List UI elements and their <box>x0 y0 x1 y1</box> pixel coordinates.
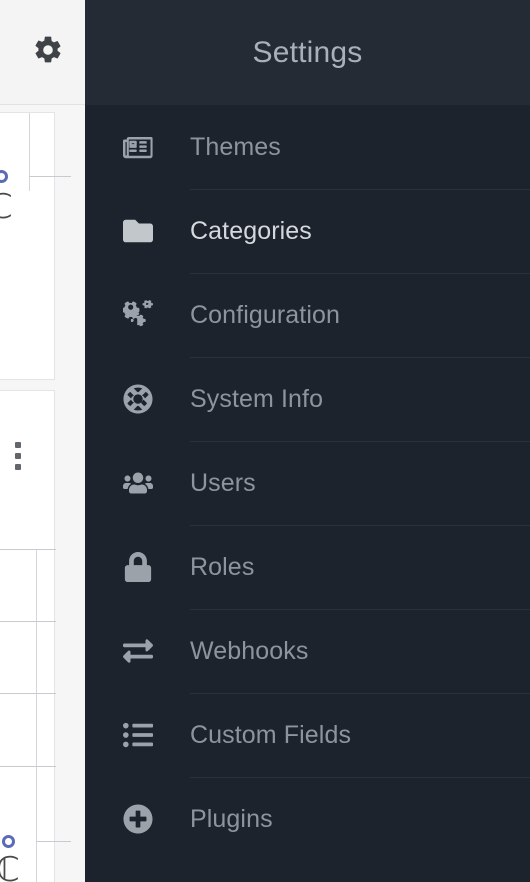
sidebar-item-webhooks[interactable]: Webhooks <box>85 609 530 693</box>
newspaper-icon <box>85 132 190 162</box>
sidebar-item-categories[interactable]: Categories <box>85 189 530 273</box>
sidebar-item-label: Roles <box>190 552 255 581</box>
tree-branch <box>0 766 56 767</box>
tree-branch <box>0 693 56 694</box>
sidebar-item-system-info[interactable]: System Info <box>85 357 530 441</box>
decorative-glyph: ℂ <box>0 852 20 882</box>
kebab-menu-icon[interactable] <box>15 442 21 470</box>
node-handle[interactable] <box>0 170 8 183</box>
settings-gear-button[interactable] <box>30 32 66 68</box>
cogs-icon <box>85 300 190 330</box>
users-icon <box>85 468 190 498</box>
sidebar-item-label: Webhooks <box>190 636 309 665</box>
life-ring-icon <box>85 384 190 414</box>
sidebar-item-label: Plugins <box>190 804 273 833</box>
settings-panel-header: Settings <box>85 0 530 105</box>
sidebar-item-label: Categories <box>190 216 312 245</box>
sidebar-item-users[interactable]: Users <box>85 441 530 525</box>
exchange-icon <box>85 636 190 666</box>
page-title: Settings <box>252 35 363 69</box>
tree-branch <box>0 549 56 550</box>
sidebar-item-plugins[interactable]: Plugins <box>85 777 530 861</box>
list-ul-icon <box>85 720 190 750</box>
node-handle[interactable] <box>2 835 15 848</box>
background-toolbar <box>0 0 85 105</box>
sidebar-item-themes[interactable]: Themes <box>85 105 530 189</box>
sidebar-item-label: Custom Fields <box>190 720 352 749</box>
tree-branch <box>0 621 56 622</box>
sidebar-item-roles[interactable]: Roles <box>85 525 530 609</box>
sidebar-item-custom-fields[interactable]: Custom Fields <box>85 693 530 777</box>
decorative-glyph: ℂ <box>0 189 13 226</box>
folder-icon <box>85 216 190 246</box>
node-connector-horizontal <box>29 176 71 177</box>
background-application: ℂ ℂ <box>0 0 85 882</box>
sidebar-item-label: Configuration <box>190 300 341 329</box>
tree-trunk <box>36 549 37 882</box>
settings-menu: Themes Categories Configuration System Info… <box>85 105 530 861</box>
sidebar-item-label: Themes <box>190 132 281 161</box>
settings-panel: Settings Themes Categories Configuration Sy… <box>85 0 530 882</box>
node-connector-horizontal <box>36 841 71 842</box>
node-connector-vertical <box>29 113 30 191</box>
lock-icon <box>85 552 190 582</box>
sidebar-item-label: System Info <box>190 384 324 413</box>
gear-icon <box>32 34 64 66</box>
background-tree-card: ℂ <box>0 390 71 882</box>
sidebar-item-configuration[interactable]: Configuration <box>85 273 530 357</box>
background-node-card: ℂ <box>0 112 71 380</box>
plus-circle-icon <box>85 804 190 834</box>
sidebar-item-label: Users <box>190 468 256 497</box>
